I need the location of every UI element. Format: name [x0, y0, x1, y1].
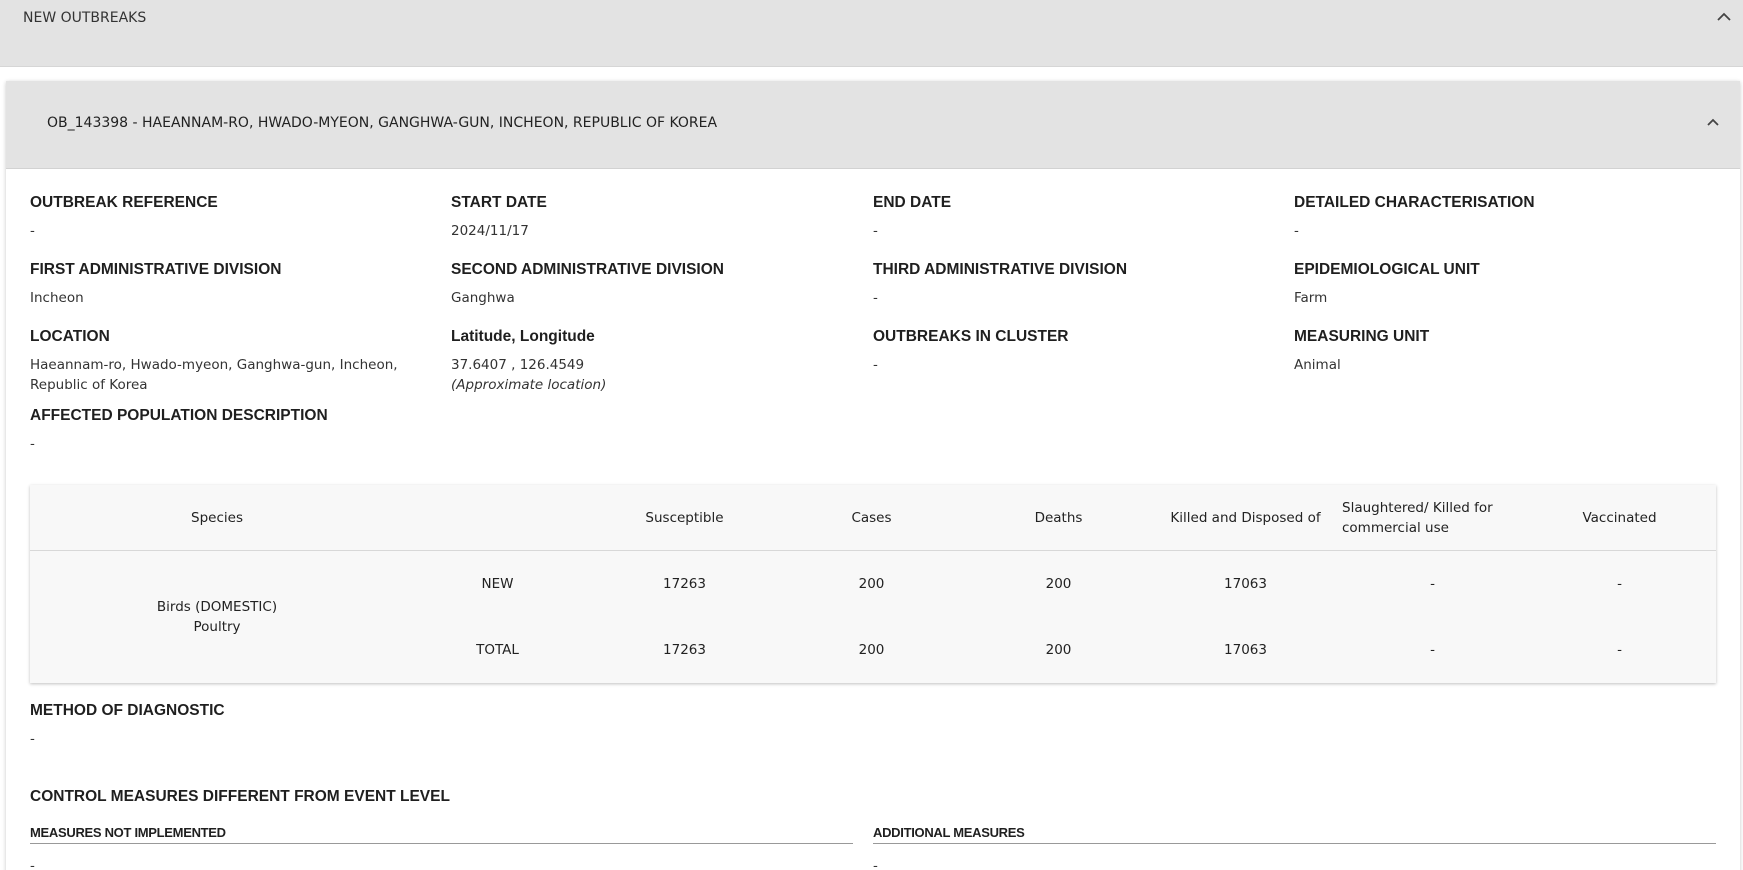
start-date-value: 2024/11/17: [451, 223, 529, 239]
method-of-diagnostic-value: -: [30, 731, 35, 747]
detailed-characterisation-value: -: [1294, 223, 1299, 239]
detailed-characterisation-label: DETAILED CHARACTERISATION: [1294, 194, 1535, 211]
affected-population-label: AFFECTED POPULATION DESCRIPTION: [30, 407, 328, 424]
species-cell: Birds (DOMESTIC) Poultry: [30, 551, 404, 683]
divider: [873, 843, 1716, 844]
epidemiological-unit-label: EPIDEMIOLOGICAL UNIT: [1294, 261, 1480, 278]
approximate-location-note: (Approximate location): [451, 377, 607, 393]
measuring-unit-label: MEASURING UNIT: [1294, 328, 1430, 345]
outbreaks-in-cluster-value: -: [873, 357, 878, 373]
table-header: Species Susceptible Cases Deaths Killed …: [30, 485, 1716, 551]
species-header: Species: [191, 510, 243, 526]
end-date-label: END DATE: [873, 194, 952, 211]
outbreaks-in-cluster-field: OUTBREAKS IN CLUSTER -: [873, 328, 1068, 375]
measures-not-implemented-label: MEASURES NOT IMPLEMENTED: [30, 825, 226, 840]
species-name: Birds (DOMESTIC): [156, 599, 278, 615]
row-new-susceptible: 17263: [663, 576, 706, 592]
row-new-slaughtered: -: [1430, 576, 1435, 592]
first-admin-division-label: FIRST ADMINISTRATIVE DIVISION: [30, 261, 282, 278]
location-field: LOCATION Haeannam-ro, Hwado-myeon, Gangh…: [30, 328, 430, 395]
row-total-slaughtered: -: [1430, 642, 1435, 658]
row-new-killed-disposed: 17063: [1224, 576, 1267, 592]
species-category: Poultry: [193, 619, 241, 635]
second-admin-division-value: Ganghwa: [451, 290, 515, 306]
affected-population-field: AFFECTED POPULATION DESCRIPTION -: [30, 407, 328, 454]
row-new-type: NEW: [481, 576, 514, 592]
susceptible-header: Susceptible: [645, 510, 724, 526]
outbreak-reference-value: -: [30, 223, 35, 239]
row-new-deaths: 200: [1045, 576, 1072, 592]
outbreak-title: OB_143398 - HAEANNAM-RO, HWADO-MYEON, GA…: [47, 115, 718, 131]
outbreak-reference-field: OUTBREAK REFERENCE -: [30, 194, 218, 241]
first-admin-division-value: Incheon: [30, 290, 84, 306]
outbreaks-in-cluster-label: OUTBREAKS IN CLUSTER: [873, 328, 1069, 345]
first-admin-division-field: FIRST ADMINISTRATIVE DIVISION Incheon: [30, 261, 281, 308]
measures-not-implemented-value: -: [30, 858, 35, 870]
lat-long-value: 37.6407 , 126.4549: [451, 357, 585, 373]
measuring-unit-value: Animal: [1294, 357, 1341, 373]
third-admin-division-value: -: [873, 290, 878, 306]
epidemiological-unit-field: EPIDEMIOLOGICAL UNIT Farm: [1294, 261, 1480, 308]
location-value: Haeannam-ro, Hwado-myeon, Ganghwa-gun, I…: [30, 357, 398, 393]
outbreak-header[interactable]: OB_143398 - HAEANNAM-RO, HWADO-MYEON, GA…: [6, 81, 1740, 169]
third-admin-division-field: THIRD ADMINISTRATIVE DIVISION -: [873, 261, 1127, 308]
end-date-value: -: [873, 223, 878, 239]
affected-population-value: -: [30, 436, 35, 452]
method-of-diagnostic-label: METHOD OF DIAGNOSTIC: [30, 702, 225, 719]
deaths-header: Deaths: [1034, 510, 1083, 526]
divider: [30, 843, 853, 844]
row-total-killed-disposed: 17063: [1224, 642, 1267, 658]
row-total-type: TOTAL: [476, 642, 519, 658]
lat-long-label: Latitude, Longitude: [451, 328, 595, 345]
end-date-field: END DATE -: [873, 194, 951, 241]
row-total-cases: 200: [858, 642, 885, 658]
row-new-cases: 200: [858, 576, 885, 592]
new-outbreaks-header[interactable]: NEW OUTBREAKS: [0, 0, 1743, 67]
method-of-diagnostic-field: METHOD OF DIAGNOSTIC -: [30, 702, 225, 749]
population-table: Species Susceptible Cases Deaths Killed …: [30, 485, 1716, 683]
vaccinated-header: Vaccinated: [1582, 510, 1657, 526]
epidemiological-unit-value: Farm: [1294, 290, 1328, 306]
additional-measures-value: -: [873, 858, 878, 870]
start-date-field: START DATE 2024/11/17: [451, 194, 547, 241]
chevron-up-icon[interactable]: [1713, 6, 1735, 28]
detailed-characterisation-field: DETAILED CHARACTERISATION -: [1294, 194, 1535, 241]
start-date-label: START DATE: [451, 194, 547, 211]
third-admin-division-label: THIRD ADMINISTRATIVE DIVISION: [873, 261, 1128, 278]
row-total-deaths: 200: [1045, 642, 1072, 658]
row-total-susceptible: 17263: [663, 642, 706, 658]
control-measures-title: CONTROL MEASURES DIFFERENT FROM EVENT LE…: [30, 788, 450, 805]
second-admin-division-field: SECOND ADMINISTRATIVE DIVISION Ganghwa: [451, 261, 724, 308]
lat-long-field: Latitude, Longitude 37.6407 , 126.4549 (…: [451, 328, 606, 395]
additional-measures-label: ADDITIONAL MEASURES: [873, 825, 1025, 840]
second-admin-division-label: SECOND ADMINISTRATIVE DIVISION: [451, 261, 724, 278]
row-total-vaccinated: -: [1617, 642, 1622, 658]
row-new-vaccinated: -: [1617, 576, 1622, 592]
killed-disposed-header: Killed and Disposed of: [1170, 510, 1321, 526]
chevron-up-icon[interactable]: [1702, 112, 1724, 134]
slaughtered-header: Slaughtered/ Killed for commercial use: [1342, 500, 1493, 536]
new-outbreaks-title: NEW OUTBREAKS: [23, 10, 147, 26]
cases-header: Cases: [851, 510, 892, 526]
measuring-unit-field: MEASURING UNIT Animal: [1294, 328, 1429, 375]
location-label: LOCATION: [30, 328, 110, 345]
outbreak-reference-label: OUTBREAK REFERENCE: [30, 194, 218, 211]
